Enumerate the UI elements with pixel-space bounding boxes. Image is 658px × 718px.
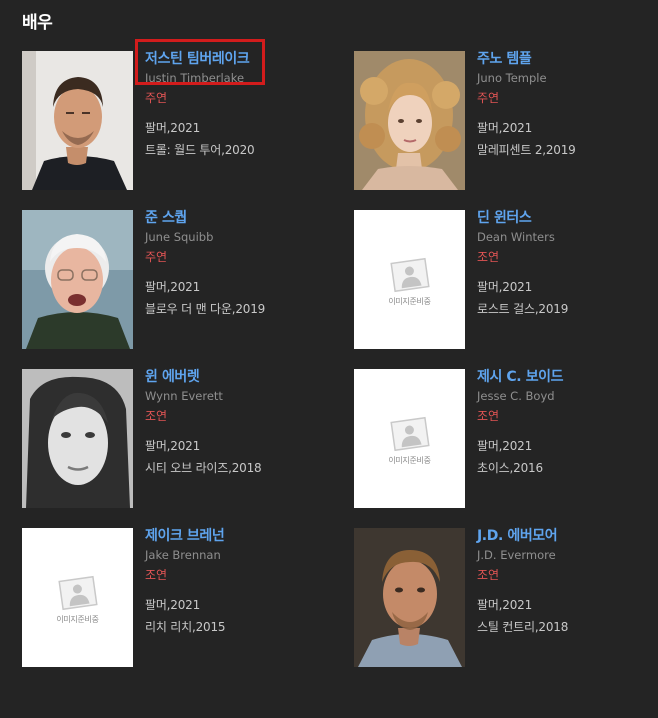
cast-section: 배우 저스틴 팀버레이크 Justin Timberlake 주연 팔머,202…: [0, 0, 658, 718]
actor-card: 준 스퀍 June Squibb 주연 팔머,2021 블로우 더 맨 다운,2…: [22, 210, 354, 369]
placeholder-label: 이미지준비중: [388, 456, 431, 465]
actor-name-ko[interactable]: 주노 템플: [477, 50, 576, 68]
actor-name-en: Justin Timberlake: [145, 71, 245, 85]
image-placeholder-icon: [390, 257, 430, 293]
image-placeholder-icon: [58, 575, 98, 611]
actor-work[interactable]: 팔머,2021: [145, 597, 225, 613]
actor-info: 제이크 브레넌 Jake Brennan 조연 팔머,2021 리치 리치,20…: [145, 527, 226, 641]
actor-role: 조연: [145, 409, 168, 423]
actor-photo[interactable]: [22, 369, 133, 508]
actor-photo[interactable]: [354, 528, 465, 667]
actor-role: 주연: [145, 250, 168, 264]
actor-photo[interactable]: [22, 210, 133, 349]
actor-card: 이미지준비중 제시 C. 보이드 Jesse C. Boyd 조연 팔머,202…: [354, 369, 634, 528]
actor-photo[interactable]: [22, 51, 133, 190]
actor-work[interactable]: 팔머,2021: [477, 120, 576, 136]
actor-name-ko[interactable]: 준 스퀍: [145, 209, 265, 227]
actor-info: 주노 템플 Juno Temple 주연 팔머,2021 말레피센트 2,201…: [477, 50, 576, 164]
actor-work[interactable]: 트롤: 월드 투어,2020: [145, 142, 255, 158]
actor-name-en: June Squibb: [145, 230, 214, 244]
actor-info: 준 스퀍 June Squibb 주연 팔머,2021 블로우 더 맨 다운,2…: [145, 209, 265, 323]
actor-name-en: Juno Temple: [477, 71, 547, 85]
actor-work[interactable]: 팔머,2021: [145, 120, 254, 136]
actor-work[interactable]: 팔머,2021: [477, 438, 563, 454]
actor-card: 저스틴 팀버레이크 Justin Timberlake 주연 팔머,2021 트…: [22, 51, 354, 210]
actor-card: 주노 템플 Juno Temple 주연 팔머,2021 말레피센트 2,201…: [354, 51, 634, 210]
cast-grid: 저스틴 팀버레이크 Justin Timberlake 주연 팔머,2021 트…: [22, 51, 634, 687]
actor-photo-placeholder[interactable]: 이미지준비중: [354, 210, 465, 349]
actor-work[interactable]: 로스트 걸스,2019: [477, 301, 568, 317]
actor-card: J.D. 에버모어 J.D. Evermore 조연 팔머,2021 스틸 컨트…: [354, 528, 634, 687]
actor-work[interactable]: 말레피센트 2,2019: [477, 142, 576, 158]
actor-work[interactable]: 팔머,2021: [145, 279, 265, 295]
actor-card: 이미지준비중 딘 윈터스 Dean Winters 조연 팔머,2021 로스트…: [354, 210, 634, 369]
actor-card: 윈 에버렛 Wynn Everett 조연 팔머,2021 시티 오브 라이즈,…: [22, 369, 354, 528]
actor-info: 윈 에버렛 Wynn Everett 조연 팔머,2021 시티 오브 라이즈,…: [145, 368, 262, 482]
actor-role: 조연: [477, 250, 500, 264]
image-placeholder-icon: [390, 416, 430, 452]
actor-photo-placeholder[interactable]: 이미지준비중: [354, 369, 465, 508]
actor-info: 제시 C. 보이드 Jesse C. Boyd 조연 팔머,2021 초이스,2…: [477, 368, 564, 482]
actor-work[interactable]: 초이스,2016: [477, 460, 563, 476]
actor-name-en: Dean Winters: [477, 230, 555, 244]
placeholder-label: 이미지준비중: [388, 297, 431, 306]
placeholder-label: 이미지준비중: [56, 615, 99, 624]
actor-work[interactable]: 팔머,2021: [145, 438, 261, 454]
actor-role: 조연: [477, 568, 500, 582]
actor-name-en: Jesse C. Boyd: [477, 389, 555, 403]
actor-name-en: Jake Brennan: [145, 548, 221, 562]
actor-info: J.D. 에버모어 J.D. Evermore 조연 팔머,2021 스틸 컨트…: [477, 527, 568, 641]
actor-work[interactable]: 시티 오브 라이즈,2018: [145, 460, 262, 476]
actor-work[interactable]: 스틸 컨트리,2018: [477, 619, 568, 635]
actor-info: 딘 윈터스 Dean Winters 조연 팔머,2021 로스트 걸스,201…: [477, 209, 568, 323]
actor-role: 조연: [145, 568, 168, 582]
actor-photo[interactable]: [354, 51, 465, 190]
actor-work[interactable]: 리치 리치,2015: [145, 619, 226, 635]
actor-card: 이미지준비중 제이크 브레넌 Jake Brennan 조연 팔머,2021 리…: [22, 528, 354, 687]
actor-name-ko[interactable]: 제시 C. 보이드: [477, 368, 564, 386]
actor-info: 저스틴 팀버레이크 Justin Timberlake 주연 팔머,2021 트…: [145, 50, 255, 164]
actor-name-ko[interactable]: 제이크 브레넌: [145, 527, 225, 545]
actor-name-ko[interactable]: 윈 에버렛: [145, 368, 261, 386]
actor-role: 주연: [477, 91, 500, 105]
actor-name-en: J.D. Evermore: [477, 548, 556, 562]
actor-name-ko[interactable]: 저스틴 팀버레이크: [145, 50, 254, 68]
section-title: 배우: [22, 13, 53, 33]
actor-name-en: Wynn Everett: [145, 389, 223, 403]
actor-name-ko[interactable]: J.D. 에버모어: [477, 527, 568, 545]
actor-role: 주연: [145, 91, 168, 105]
actor-photo-placeholder[interactable]: 이미지준비중: [22, 528, 133, 667]
actor-name-ko[interactable]: 딘 윈터스: [477, 209, 568, 227]
actor-work[interactable]: 블로우 더 맨 다운,2019: [145, 301, 265, 317]
actor-work[interactable]: 팔머,2021: [477, 279, 568, 295]
actor-work[interactable]: 팔머,2021: [477, 597, 568, 613]
actor-role: 조연: [477, 409, 500, 423]
